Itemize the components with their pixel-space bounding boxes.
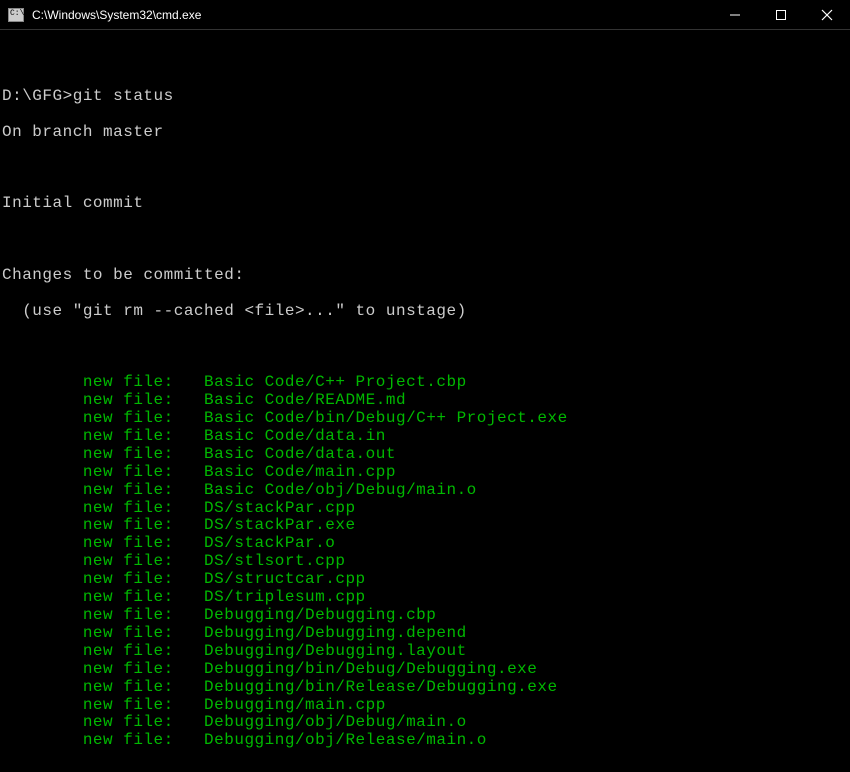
- staged-file-row: new file: Debugging/main.cpp: [2, 697, 848, 715]
- staged-file-row: new file: Basic Code/obj/Debug/main.o: [2, 482, 848, 500]
- staged-file-row: new file: Basic Code/main.cpp: [2, 464, 848, 482]
- prompt-cwd: D:\GFG>: [2, 87, 73, 105]
- minimize-button[interactable]: [712, 0, 758, 29]
- staged-file-row: new file: DS/stackPar.o: [2, 535, 848, 553]
- staged-file-row: new file: Basic Code/data.out: [2, 446, 848, 464]
- staged-file-row: new file: Basic Code/data.in: [2, 428, 848, 446]
- window-title: C:\Windows\System32\cmd.exe: [32, 8, 712, 22]
- maximize-icon: [776, 10, 786, 20]
- staged-file-row: new file: DS/structcar.cpp: [2, 571, 848, 589]
- terminal-output[interactable]: D:\GFG>git status On branch master Initi…: [0, 30, 850, 772]
- staged-file-row: new file: Debugging/obj/Debug/main.o: [2, 714, 848, 732]
- initial-commit-line: Initial commit: [2, 195, 848, 213]
- window-titlebar: C:\ C:\Windows\System32\cmd.exe: [0, 0, 850, 30]
- changes-header-line: Changes to be committed:: [2, 267, 848, 285]
- staged-file-row: new file: Basic Code/bin/Debug/C++ Proje…: [2, 410, 848, 428]
- prompt-line: D:\GFG>git status: [2, 88, 848, 106]
- staged-file-row: new file: Debugging/bin/Debug/Debugging.…: [2, 661, 848, 679]
- blank-line: [2, 231, 848, 249]
- close-button[interactable]: [804, 0, 850, 29]
- staged-file-row: new file: Debugging/bin/Release/Debuggin…: [2, 679, 848, 697]
- staged-file-row: new file: DS/stlsort.cpp: [2, 553, 848, 571]
- unstage-hint-line: (use "git rm --cached <file>..." to unst…: [2, 303, 848, 321]
- prompt-command: git status: [73, 87, 174, 105]
- window-controls: [712, 0, 850, 29]
- close-icon: [821, 9, 833, 21]
- staged-file-row: new file: DS/stackPar.cpp: [2, 500, 848, 518]
- cmd-icon: C:\: [8, 8, 24, 22]
- branch-line: On branch master: [2, 124, 848, 142]
- staged-file-row: new file: Debugging/Debugging.cbp: [2, 607, 848, 625]
- staged-file-row: new file: Debugging/Debugging.layout: [2, 643, 848, 661]
- staged-file-row: new file: Debugging/Debugging.depend: [2, 625, 848, 643]
- minimize-icon: [730, 10, 740, 20]
- staged-file-row: new file: Basic Code/README.md: [2, 392, 848, 410]
- blank-line: [2, 52, 848, 70]
- staged-file-row: new file: DS/triplesum.cpp: [2, 589, 848, 607]
- maximize-button[interactable]: [758, 0, 804, 29]
- blank-line: [2, 338, 848, 356]
- blank-line: [2, 159, 848, 177]
- staged-files-list: new file: Basic Code/C++ Project.cbp new…: [2, 374, 848, 750]
- staged-file-row: new file: Basic Code/C++ Project.cbp: [2, 374, 848, 392]
- staged-file-row: new file: Debugging/obj/Release/main.o: [2, 732, 848, 750]
- staged-file-row: new file: DS/stackPar.exe: [2, 517, 848, 535]
